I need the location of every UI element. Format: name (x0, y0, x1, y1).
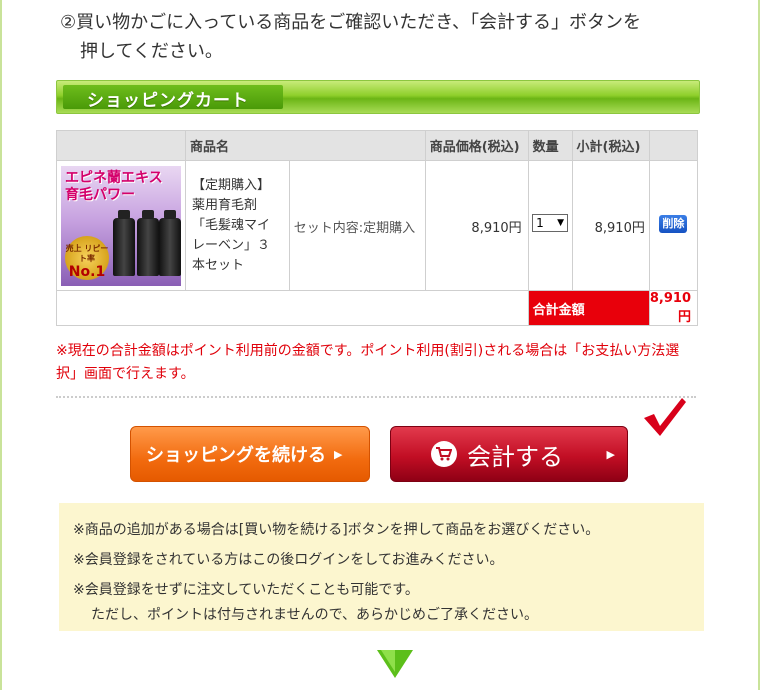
product-price: 8,910円 (424, 160, 529, 291)
quantity-value: 1 (536, 216, 544, 230)
cart-icon-svg (436, 447, 452, 461)
page-frame: ②買い物かごに入っている商品をご確認いただき、「会計する」ボタンを 押してくださ… (0, 0, 760, 690)
no1-badge: 売上 リピート率 No.1 (65, 235, 109, 280)
total-label: 合計金額 (527, 290, 650, 326)
header-qty: 数量 (527, 130, 573, 161)
product-image-title: エピネ蘭エキス 育毛パワー (65, 170, 177, 204)
info-box: ※商品の追加がある場合は[買い物を続ける]ボタンを押して商品をお選びください。 … (59, 503, 704, 631)
product-image-cell: エピネ蘭エキス 育毛パワー 売上 リピート率 No.1 (56, 160, 186, 291)
arrow-right-icon: ▶ (606, 447, 615, 461)
info-line-1: ※商品の追加がある場合は[買い物を続ける]ボタンを押して商品をお選びください。 (73, 522, 600, 538)
header-delete (648, 130, 699, 161)
no1-badge-small: 売上 リピート率 (65, 243, 109, 263)
product-subtotal: 8,910円 (571, 160, 650, 291)
step-line-1: ②買い物かごに入っている商品をご確認いただき、「会計する」ボタンを (60, 12, 641, 33)
cart-icon (431, 441, 457, 467)
product-image-title-2: 育毛パワー (65, 186, 135, 203)
divider (56, 396, 696, 398)
down-arrow-icon (377, 650, 413, 678)
delete-button[interactable]: 削除 (659, 215, 688, 233)
info-line-2: ※会員登録をされている方はこの後ログインをしてお進みください。 (73, 552, 504, 568)
continue-shopping-label: ショッピングを続ける (146, 445, 326, 466)
product-image-title-1: エピネ蘭エキス (65, 169, 163, 186)
step-line-2: 押してください。 (80, 41, 223, 62)
info-line-3-sub: ただし、ポイントは付与されませんので、あらかじめご了承ください。 (91, 607, 539, 623)
step-instruction: ②買い物かごに入っている商品をご確認いただき、「会計する」ボタンを 押してくださ… (60, 8, 700, 66)
checkout-label: 会計する (467, 442, 563, 471)
no1-badge-big: No.1 (68, 263, 106, 280)
total-spacer (56, 290, 529, 326)
bottle-graphic (137, 209, 159, 276)
total-value: 8,910円 (648, 290, 699, 326)
cart-table: 商品名 商品価格(税込) 数量 小計(税込) エピネ蘭エキス 育毛パワー 売上 … (56, 130, 699, 326)
cart-section-header: ショッピングカート (56, 80, 700, 114)
delete-cell: 削除 (648, 160, 699, 291)
product-name[interactable]: 【定期購入】薬用育毛剤「毛髪魂マイレーベン」３本セット (185, 160, 290, 291)
qty-cell: 1 ▼ (527, 160, 573, 291)
bottle-graphic (159, 209, 181, 276)
bottle-graphic (113, 209, 135, 276)
product-set: セット内容:定期購入 (288, 160, 426, 291)
product-image[interactable]: エピネ蘭エキス 育毛パワー 売上 リピート率 No.1 (61, 165, 181, 286)
continue-shopping-button[interactable]: ショッピングを続ける ▶ (130, 426, 370, 482)
checkout-button[interactable]: 会計する ▶ (390, 426, 628, 482)
quantity-select[interactable]: 1 ▼ (532, 214, 569, 232)
header-subtotal: 小計(税込) (571, 130, 650, 161)
checkmark-icon (644, 398, 686, 436)
header-image (56, 130, 186, 161)
cart-header-title: ショッピングカート (87, 91, 249, 111)
total-row: 合計金額 8,910円 (56, 290, 699, 326)
cart-table-header-row: 商品名 商品価格(税込) 数量 小計(税込) (56, 130, 699, 161)
point-notice: ※現在の合計金額はポイント利用前の金額です。ポイント利用(割引)される場合は「お… (56, 343, 680, 382)
header-name: 商品名 (185, 130, 426, 161)
table-row: エピネ蘭エキス 育毛パワー 売上 リピート率 No.1 【定期購入】薬用育毛剤「… (56, 160, 699, 291)
header-price: 商品価格(税込) (424, 130, 529, 161)
arrow-right-icon: ▶ (334, 447, 343, 461)
info-line-3: ※会員登録をせずに注文していただくことも可能です。 (73, 582, 419, 598)
chevron-down-icon: ▼ (557, 218, 565, 228)
